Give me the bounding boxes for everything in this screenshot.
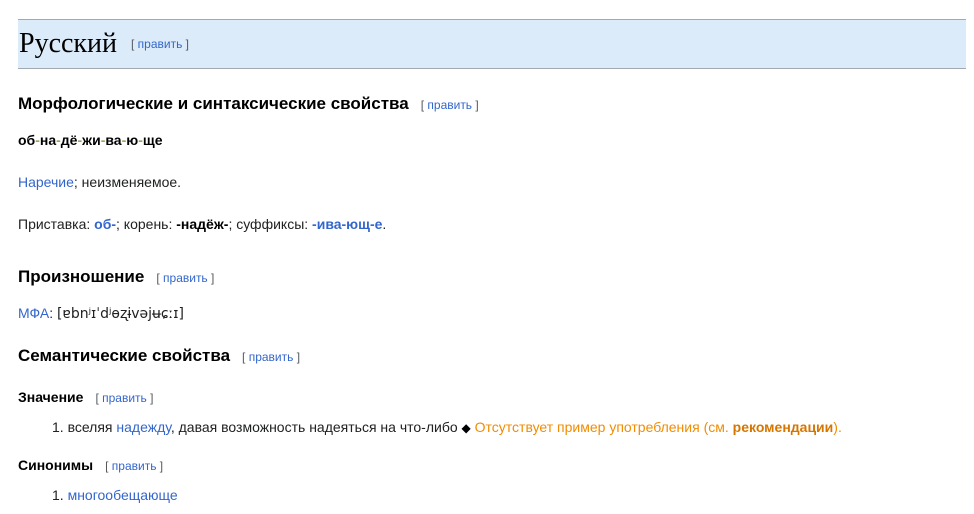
- root-label: ; корень:: [116, 216, 177, 232]
- meaning-text-rest: , давая возможность надеяться на что-либ…: [170, 419, 462, 435]
- semantic-title: Семантические свойства: [18, 346, 231, 365]
- list-number: 1.: [52, 419, 64, 435]
- morpheme-end: .: [382, 216, 387, 232]
- pronunciation-heading: Произношение [ править ]: [18, 267, 214, 287]
- morpheme-breakdown: Приставка: об-; корень: -надёж-; суффикс…: [18, 216, 386, 232]
- edit-link[interactable]: править: [249, 350, 294, 364]
- syllable: на: [39, 132, 57, 148]
- list-number: 1.: [52, 487, 64, 503]
- edit-synonyms-section: [ править ]: [105, 459, 164, 473]
- synonym-link[interactable]: многообещающе: [68, 487, 178, 503]
- language-header: Русский [ править ]: [18, 19, 966, 69]
- recommendations-link[interactable]: рекомендации: [733, 419, 834, 435]
- suffix-link[interactable]: -ива-ющ-е: [312, 216, 382, 232]
- edit-morphology-section: [ править ]: [420, 98, 479, 112]
- prefix-label: Приставка:: [18, 216, 95, 232]
- syllable: дё: [60, 132, 78, 148]
- syllable: ще: [142, 132, 163, 148]
- prefix-link[interactable]: об-: [94, 216, 116, 232]
- synonyms-title: Синонимы: [18, 457, 94, 473]
- edit-meaning-section: [ править ]: [95, 391, 154, 405]
- diamond-icon: ◆: [461, 421, 471, 435]
- syllable-breakdown: об-на-дё-жи-ва-ю-ще: [18, 132, 163, 148]
- ipa-link[interactable]: МФА: [18, 305, 49, 321]
- meaning-link[interactable]: надежду: [116, 419, 170, 435]
- ipa-value: [ɐbnʲɪˈdʲɵʐɨvəjʉɕːɪ]: [56, 306, 184, 322]
- morphology-title: Морфологические и синтаксические свойств…: [18, 94, 409, 113]
- root-text: -надёж-: [176, 216, 229, 232]
- edit-semantic-section: [ править ]: [242, 350, 301, 364]
- part-of-speech: Наречие; неизменяемое.: [18, 174, 181, 190]
- morphology-heading: Морфологические и синтаксические свойств…: [18, 94, 479, 114]
- meaning-title: Значение: [18, 389, 84, 405]
- syllable: об: [18, 132, 36, 148]
- language-title: Русский: [19, 28, 117, 59]
- edit-link[interactable]: править: [163, 271, 208, 285]
- missing-example-note: Отсутствует пример употребления (см. рек…: [470, 419, 842, 435]
- edit-link[interactable]: править: [138, 37, 183, 51]
- pos-link[interactable]: Наречие: [18, 174, 74, 190]
- meaning-text: вселяя: [67, 419, 117, 435]
- meaning-heading: Значение [ править ]: [18, 389, 153, 405]
- synonyms-heading: Синонимы [ править ]: [18, 457, 163, 473]
- syllable: жи: [82, 132, 101, 148]
- pos-rest: ; неизменяемое.: [73, 174, 182, 190]
- edit-link[interactable]: править: [427, 98, 472, 112]
- edit-link[interactable]: править: [112, 459, 157, 473]
- ipa-line: МФА: [ɐbnʲɪˈdʲɵʐɨvəjʉɕːɪ]: [18, 305, 184, 322]
- meaning-item: 1. вселяя надежду, давая возможность над…: [52, 419, 842, 435]
- syllable: ю: [126, 132, 139, 148]
- edit-pronunciation-section: [ править ]: [156, 271, 215, 285]
- semantic-heading: Семантические свойства [ править ]: [18, 346, 300, 366]
- synonym-item: 1. многообещающе: [52, 487, 178, 503]
- edit-link[interactable]: править: [102, 391, 147, 405]
- ipa-sep: :: [49, 305, 57, 321]
- suffix-label: ; суффиксы:: [228, 216, 313, 232]
- pronunciation-title: Произношение: [18, 267, 145, 286]
- edit-language-section: [ править ]: [131, 37, 190, 51]
- syllable: ва: [105, 132, 122, 148]
